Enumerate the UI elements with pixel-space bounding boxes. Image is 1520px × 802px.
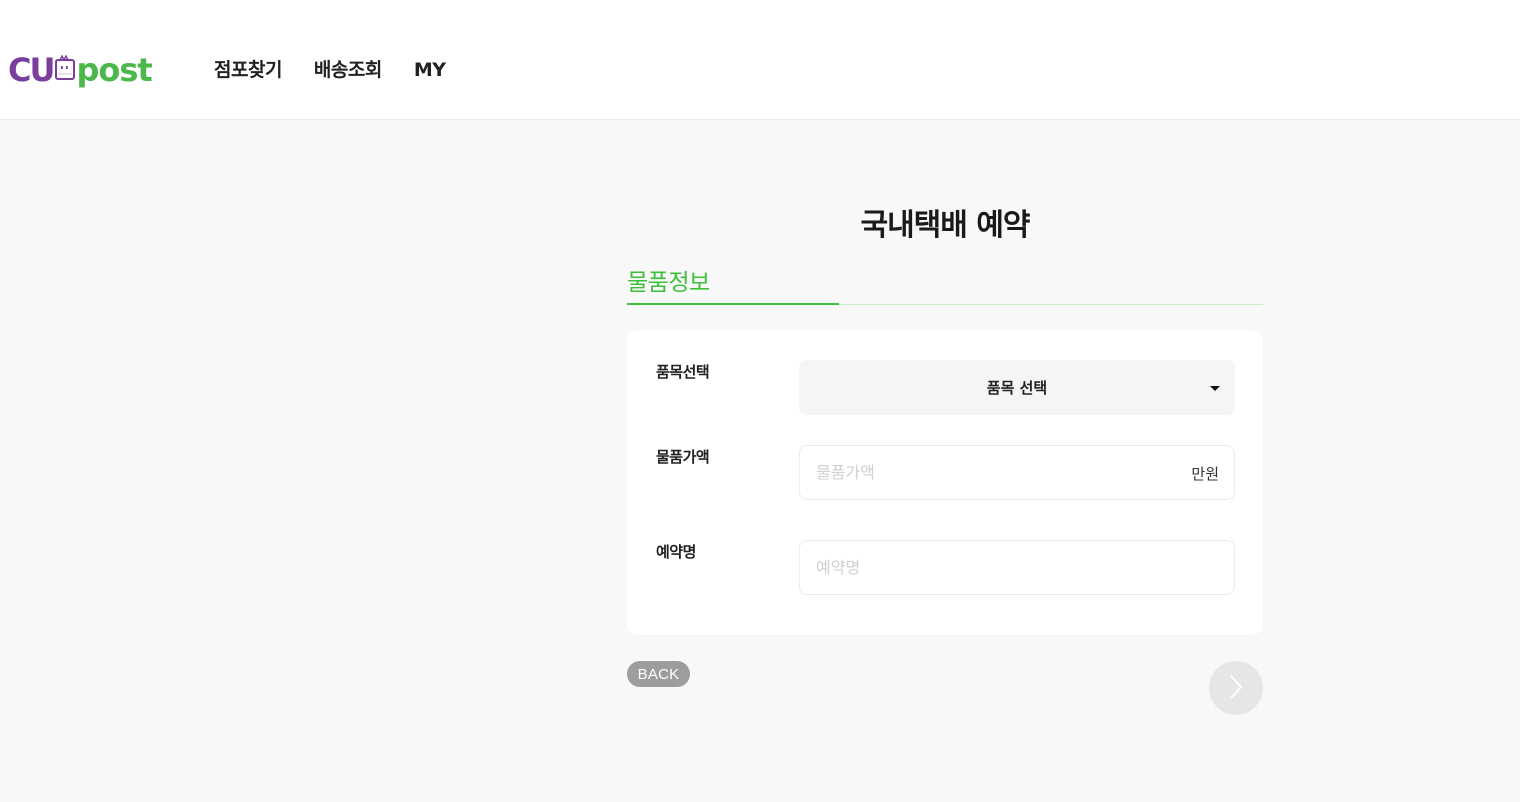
chevron-right-icon <box>1228 674 1244 703</box>
nav-find-store[interactable]: 점포찾기 <box>214 57 282 83</box>
nav-my[interactable]: MY <box>414 57 446 83</box>
reservation-name-input[interactable] <box>816 541 1156 594</box>
section-title: 물품정보 <box>627 270 710 296</box>
logo-text-post: post <box>76 51 152 89</box>
header: CU post 점포찾기 배송조회 MY <box>0 0 1520 120</box>
item-type-label: 품목선택 <box>656 363 710 381</box>
item-value-input[interactable] <box>816 446 1156 499</box>
nav-track-delivery[interactable]: 배송조회 <box>314 57 382 83</box>
item-type-selected-value: 품목 선택 <box>986 379 1048 397</box>
item-value-label: 물품가액 <box>656 448 710 466</box>
cupost-logo[interactable]: CU post <box>8 51 153 89</box>
box-mascot-icon <box>54 54 76 81</box>
top-nav: 점포찾기 배송조회 MY <box>214 57 478 83</box>
item-value-field: 만원 <box>799 445 1235 500</box>
page-title: 국내택배 예약 <box>860 208 1030 243</box>
logo-text-cu: CU <box>8 51 55 89</box>
next-button[interactable] <box>1209 661 1263 715</box>
reservation-name-label: 예약명 <box>656 543 696 561</box>
step-progress-active <box>627 303 839 305</box>
reservation-name-field <box>799 540 1235 595</box>
item-info-form: 품목선택 품목 선택 물품가액 만원 예약명 <box>627 330 1263 635</box>
item-type-select[interactable]: 품목 선택 <box>799 360 1235 415</box>
caret-down-icon <box>1210 386 1220 391</box>
item-value-unit: 만원 <box>1191 465 1219 483</box>
step-progress-line <box>627 303 1263 305</box>
back-button[interactable]: BACK <box>627 661 690 687</box>
